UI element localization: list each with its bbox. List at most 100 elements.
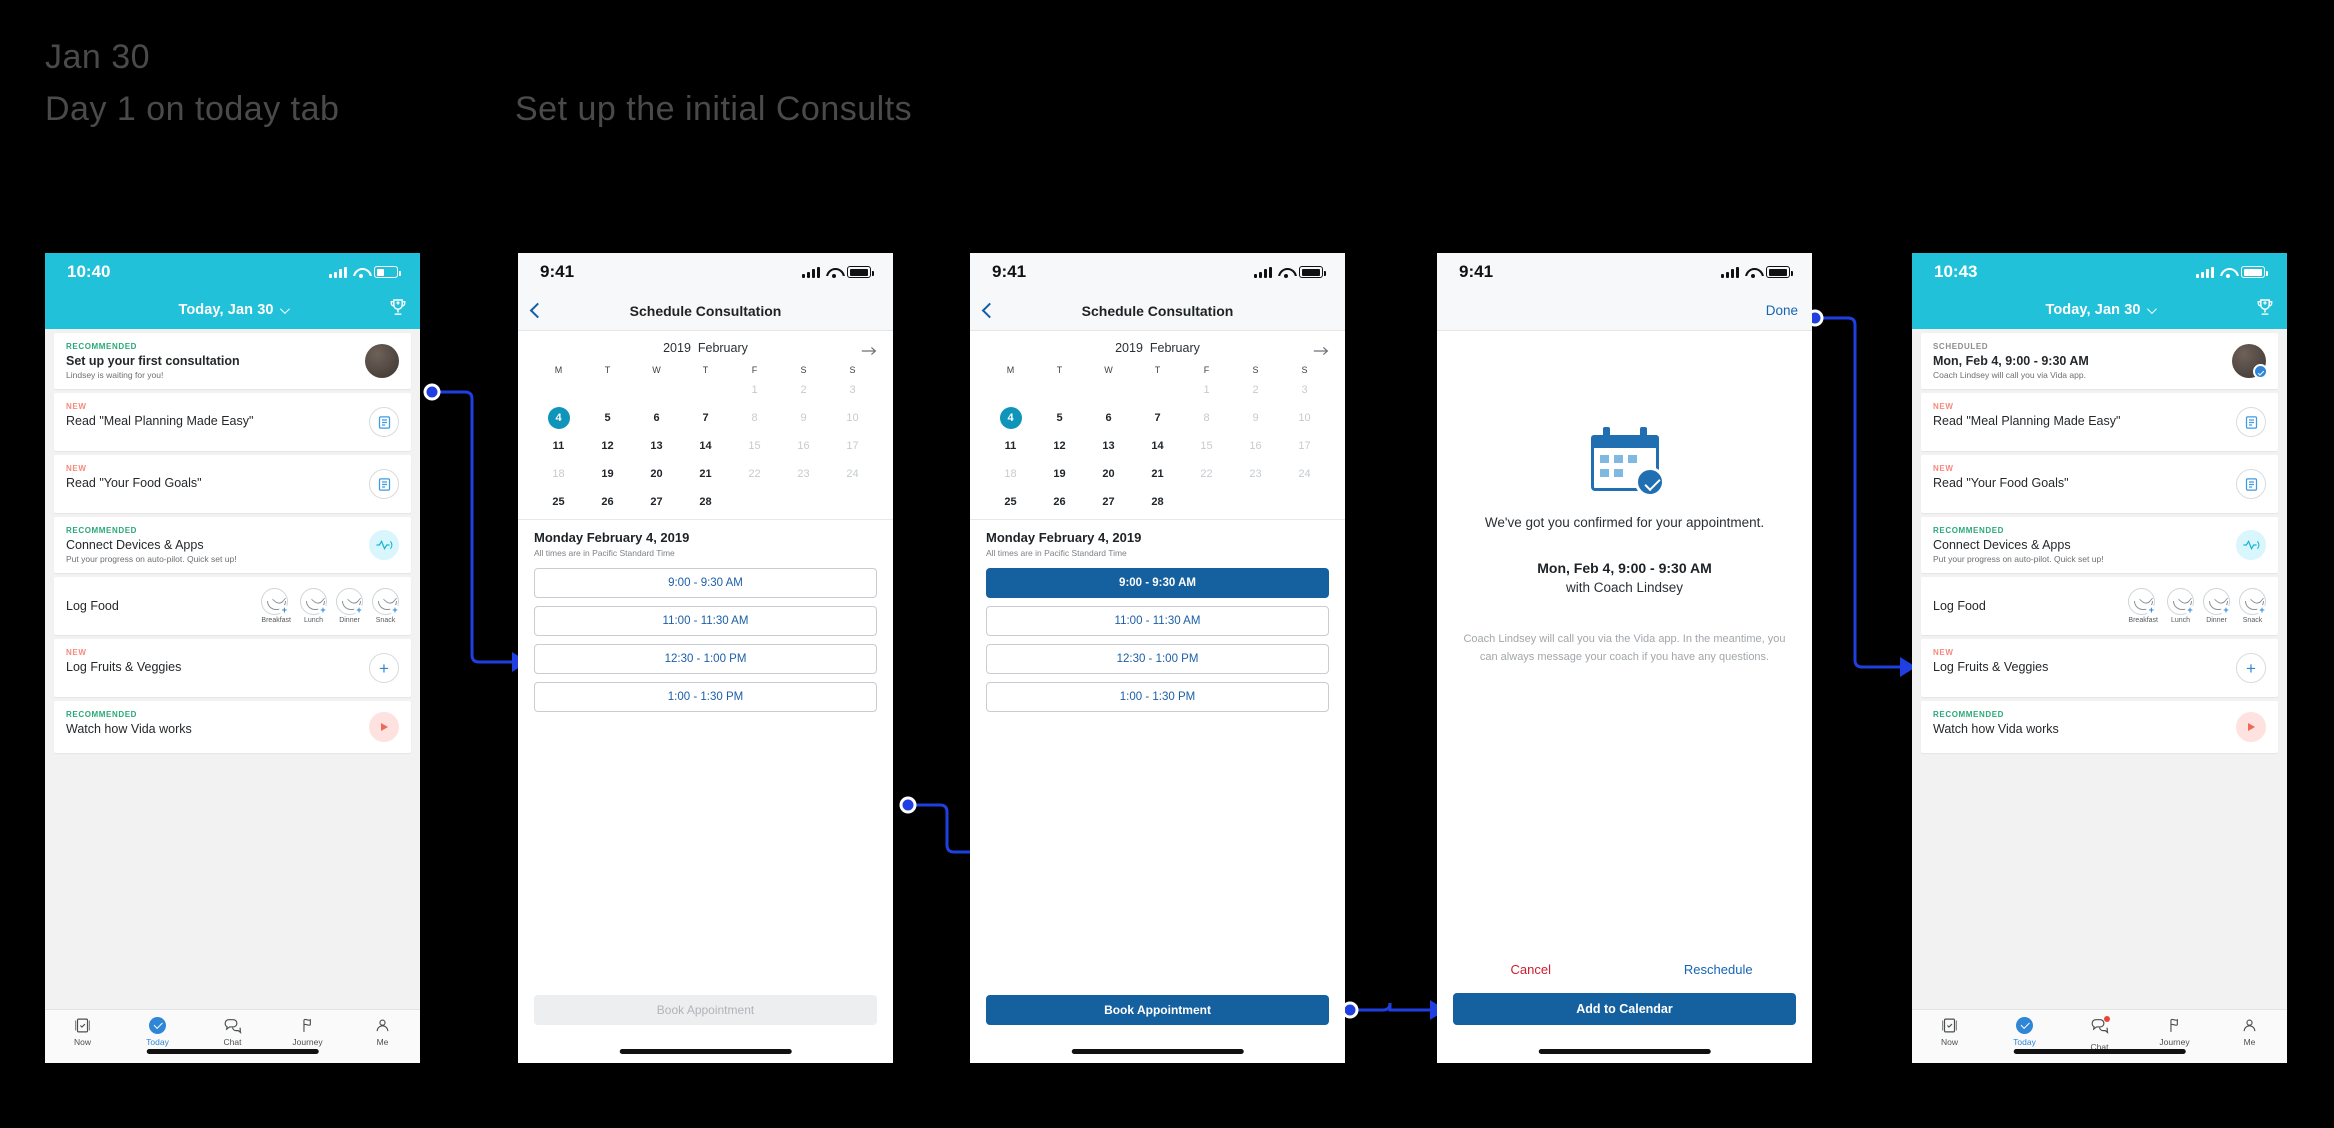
calendar-day[interactable]: 27 <box>1084 491 1133 513</box>
calendar-day[interactable]: 19 <box>583 463 632 485</box>
card-connect-devices[interactable]: RECOMMENDED Connect Devices & Apps Put y… <box>54 517 411 573</box>
plus-icon[interactable]: + <box>369 653 399 683</box>
card-log-fruits-veggies[interactable]: NEW Log Fruits & Veggies + <box>1921 639 2278 697</box>
calendar-day[interactable]: 27 <box>632 491 681 513</box>
chevron-left-icon[interactable] <box>981 302 998 319</box>
calendar-day[interactable]: 5 <box>583 407 632 429</box>
tab-now[interactable]: Now <box>45 1010 120 1063</box>
calendar-day[interactable]: 28 <box>1133 491 1182 513</box>
tab-today[interactable]: Today <box>120 1010 195 1063</box>
play-icon[interactable] <box>369 712 399 742</box>
meal-breakfast[interactable]: + Breakfast <box>261 588 291 624</box>
reschedule-button[interactable]: Reschedule <box>1625 962 1813 977</box>
card-log-food[interactable]: Log Food + Breakfast + Lunch + Dinner + Snac… <box>54 577 411 635</box>
calendar-day[interactable]: 20 <box>1084 463 1133 485</box>
calendar-day-blank <box>534 379 583 401</box>
cancel-button[interactable]: Cancel <box>1437 962 1625 977</box>
calendar-day[interactable]: 12 <box>583 435 632 457</box>
meal-breakfast[interactable]: + Breakfast <box>2128 588 2158 624</box>
today-nav-bar[interactable]: Today, Jan 30 <box>1912 291 2287 329</box>
book-appointment-button[interactable]: Book Appointment <box>986 995 1329 1025</box>
time-slot-1[interactable]: 11:00 - 11:30 AM <box>534 606 877 636</box>
chevron-left-icon[interactable] <box>529 302 546 319</box>
tab-chat[interactable]: Chat <box>195 1010 270 1063</box>
time-slot-3[interactable]: 1:00 - 1:30 PM <box>534 682 877 712</box>
meal-dinner[interactable]: + Dinner <box>2203 588 2231 624</box>
calendar-day[interactable]: 11 <box>534 435 583 457</box>
today-nav-bar[interactable]: Today, Jan 30 <box>45 291 420 329</box>
meal-snack[interactable]: + Snack <box>2239 588 2267 624</box>
done-button[interactable]: Done <box>1766 303 1798 318</box>
card-article-food-goals[interactable]: NEW Read "Your Food Goals" <box>54 455 411 513</box>
calendar-day[interactable]: 13 <box>1084 435 1133 457</box>
card-consultation[interactable]: RECOMMENDED Set up your first consultati… <box>54 333 411 389</box>
calendar-day: 15 <box>1200 440 1213 452</box>
tab-me[interactable]: Me <box>2212 1010 2287 1063</box>
card-scheduled-appointment[interactable]: SCHEDULED Mon, Feb 4, 9:00 - 9:30 AM Coa… <box>1921 333 2278 389</box>
confirmation-actions: Cancel Reschedule <box>1437 962 1812 977</box>
time-slot-2[interactable]: 12:30 - 1:00 PM <box>986 644 1329 674</box>
card-watch-vida[interactable]: RECOMMENDED Watch how Vida works <box>1921 701 2278 753</box>
meal-snack[interactable]: + Snack <box>372 588 400 624</box>
arrow-right-icon[interactable] <box>1313 343 1329 356</box>
book-appointment-button[interactable]: Book Appointment <box>534 995 877 1025</box>
status-bar: 10:43 <box>1912 253 2287 291</box>
card-connect-devices[interactable]: RECOMMENDED Connect Devices & Apps Put y… <box>1921 517 2278 573</box>
trophy-plus-icon[interactable] <box>388 298 408 323</box>
calendar-day[interactable]: 21 <box>681 463 730 485</box>
calendar-day[interactable]: 6 <box>632 407 681 429</box>
calendar-day-selected[interactable]: 4 <box>534 407 583 429</box>
card-title: Connect Devices & Apps <box>66 538 204 552</box>
arrow-right-icon[interactable] <box>861 343 877 356</box>
calendar-day[interactable]: 5 <box>1035 407 1084 429</box>
card-title: Log Fruits & Veggies <box>1933 660 2049 674</box>
plus-icon[interactable]: + <box>2236 653 2266 683</box>
time-slot-3[interactable]: 1:00 - 1:30 PM <box>986 682 1329 712</box>
time-slot-0[interactable]: 9:00 - 9:30 AM <box>986 568 1329 598</box>
calendar-day[interactable]: 21 <box>1133 463 1182 485</box>
calendar-day[interactable]: 26 <box>1035 491 1084 513</box>
tab-me[interactable]: Me <box>345 1010 420 1063</box>
tab-journey[interactable]: Journey <box>2137 1010 2212 1063</box>
calendar-dow-3: T <box>1154 365 1161 375</box>
calendar-day: 24 <box>1298 468 1311 480</box>
calendar-day[interactable]: 26 <box>583 491 632 513</box>
calendar-day[interactable]: 11 <box>986 435 1035 457</box>
trophy-plus-icon[interactable] <box>2255 298 2275 323</box>
add-to-calendar-button[interactable]: Add to Calendar <box>1453 993 1796 1025</box>
status-bar: 10:40 <box>45 253 420 291</box>
card-watch-vida[interactable]: RECOMMENDED Watch how Vida works <box>54 701 411 753</box>
calendar-day[interactable]: 7 <box>1133 407 1182 429</box>
calendar-day[interactable]: 25 <box>986 491 1035 513</box>
meal-dinner[interactable]: + Dinner <box>336 588 364 624</box>
tab-chat[interactable]: Chat <box>2062 1010 2137 1063</box>
card-article-meal-planning[interactable]: NEW Read "Meal Planning Made Easy" <box>54 393 411 451</box>
calendar-day[interactable]: 19 <box>1035 463 1084 485</box>
tab-journey[interactable]: Journey <box>270 1010 345 1063</box>
card-log-food[interactable]: Log Food + Breakfast + Lunch + Dinner + Snac… <box>1921 577 2278 635</box>
calendar-day[interactable]: 25 <box>534 491 583 513</box>
meal-lunch[interactable]: + Lunch <box>2167 588 2195 624</box>
meal-lunch[interactable]: + Lunch <box>300 588 328 624</box>
calendar-day[interactable]: 6 <box>1084 407 1133 429</box>
tab-today[interactable]: Today <box>1987 1010 2062 1063</box>
card-article-meal-planning[interactable]: NEW Read "Meal Planning Made Easy" <box>1921 393 2278 451</box>
calendar-day[interactable]: 7 <box>681 407 730 429</box>
time-slot-1[interactable]: 11:00 - 11:30 AM <box>986 606 1329 636</box>
card-title: Read "Meal Planning Made Easy" <box>66 414 254 428</box>
time-slot-0[interactable]: 9:00 - 9:30 AM <box>534 568 877 598</box>
calendar-day[interactable]: 12 <box>1035 435 1084 457</box>
calendar-day[interactable]: 14 <box>1133 435 1182 457</box>
card-article-food-goals[interactable]: NEW Read "Your Food Goals" <box>1921 455 2278 513</box>
article-icon <box>369 469 399 499</box>
card-log-fruits-veggies[interactable]: NEW Log Fruits & Veggies + <box>54 639 411 697</box>
time-slot-2[interactable]: 12:30 - 1:00 PM <box>534 644 877 674</box>
tab-now[interactable]: Now <box>1912 1010 1987 1063</box>
calendar-day[interactable]: 28 <box>681 491 730 513</box>
calendar-day-selected[interactable]: 4 <box>986 407 1035 429</box>
calendar-day[interactable]: 14 <box>681 435 730 457</box>
status-time: 10:43 <box>1934 262 1978 281</box>
calendar-day[interactable]: 13 <box>632 435 681 457</box>
calendar-day[interactable]: 20 <box>632 463 681 485</box>
play-icon[interactable] <box>2236 712 2266 742</box>
